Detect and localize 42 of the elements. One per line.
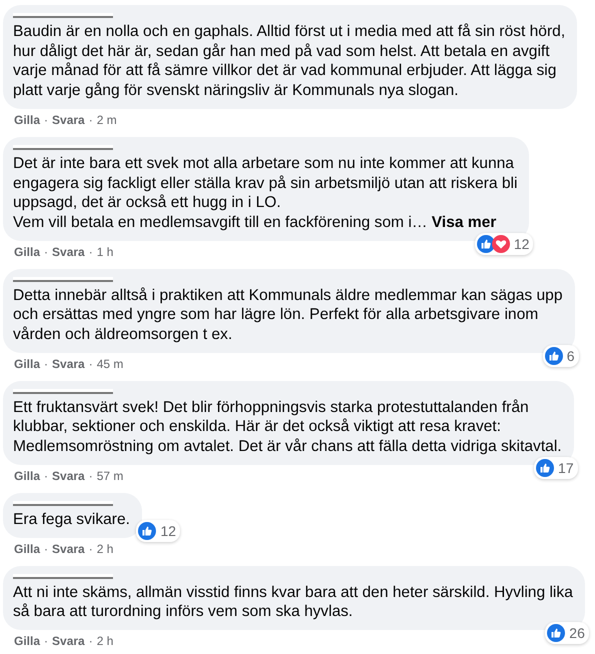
separator-dot: · [88, 112, 93, 127]
separator-dot: · [44, 468, 48, 483]
comment-text: Att ni inte skäms, allmän visstid finns kvar bara att den heter särskild. Hyvling lika så bara att turordning införs vem som ska hyvlas. [13, 582, 573, 622]
comment-text: Baudin är en nolla och en gaphals. Alltid först ut i media med att få sin röst hörd, hur dåligt det här är, sedan går han med på vad som helst. Att betala en avgift varje månad för att få sämre villkor det är vad kommunal erbjuder. Att lägga sig platt varje gång för svenskt näringsliv är Kommunals nya slogan. [13, 22, 566, 101]
comment-text: Detta innebär alltså i praktiken att Kommunals äldre medlemmar kan sägas upp och ersättas med yngre som har lägre lön. Perfekt för alla arbetsgivare inom vården och äldreomsorgen t ex. [13, 286, 563, 345]
reply-link[interactable]: Svara [52, 468, 85, 483]
timestamp[interactable]: 2 h [96, 542, 114, 556]
separator-dot: · [44, 634, 48, 648]
reaction-badge[interactable]: 12 [136, 520, 180, 542]
reaction-badge[interactable]: 17 [534, 456, 578, 479]
comment-text: Det är inte bara ett svek mot alla arbetare som nu inte kommer att kunna engagera sig fackligt eller ställa krav på sin arbetsmiljö utan att riskera bli uppsagd, det är också ett hugg in i LO. Vem vill betala en medlemsavgift till en fackförening som i… Visa mer [13, 154, 518, 233]
separator-dot: · [88, 468, 93, 483]
like-link[interactable]: Gilla [14, 634, 40, 648]
like-link[interactable]: Gilla [14, 112, 40, 127]
like-link[interactable]: Gilla [14, 542, 40, 556]
timestamp[interactable]: 45 m [96, 356, 124, 371]
reply-link[interactable]: Svara [52, 542, 85, 556]
separator-dot: · [44, 112, 48, 127]
timestamp[interactable]: 1 h [96, 244, 114, 259]
like-link[interactable]: Gilla [14, 244, 40, 259]
comment-text: Era fega svikare. [13, 510, 130, 530]
separator-dot: · [88, 542, 93, 556]
timestamp[interactable]: 2 h [96, 634, 114, 648]
reply-link[interactable]: Svara [52, 356, 85, 371]
comment-text: Ett fruktansvärt svek! Det blir förhoppningsvis starka protestuttalanden från klubbar, sektioner och enskilda. Här är det också viktigt att resa kravet: Medlemsomröstning om avtalet. Det är vår chans att fälla detta vidriga skitavtal. [13, 398, 562, 457]
separator-dot: · [44, 542, 48, 556]
separator-dot: · [88, 634, 93, 648]
reply-link[interactable]: Svara [52, 244, 85, 259]
reply-link[interactable]: Svara [52, 634, 85, 648]
like-link[interactable]: Gilla [14, 356, 40, 371]
separator-dot: · [44, 244, 48, 259]
like-link[interactable]: Gilla [14, 468, 40, 483]
reaction-badge[interactable]: 26 [545, 622, 589, 644]
separator-dot: · [88, 244, 93, 259]
timestamp[interactable]: 57 m [96, 468, 124, 483]
see-more-link[interactable]: Visa mer [432, 214, 496, 231]
timestamp[interactable]: 2 m [96, 112, 117, 127]
reaction-badge[interactable]: 12 [474, 232, 534, 255]
separator-dot: · [44, 356, 48, 371]
separator-dot: · [88, 356, 93, 371]
reaction-badge[interactable]: 6 [542, 344, 579, 367]
reply-link[interactable]: Svara [52, 112, 85, 127]
